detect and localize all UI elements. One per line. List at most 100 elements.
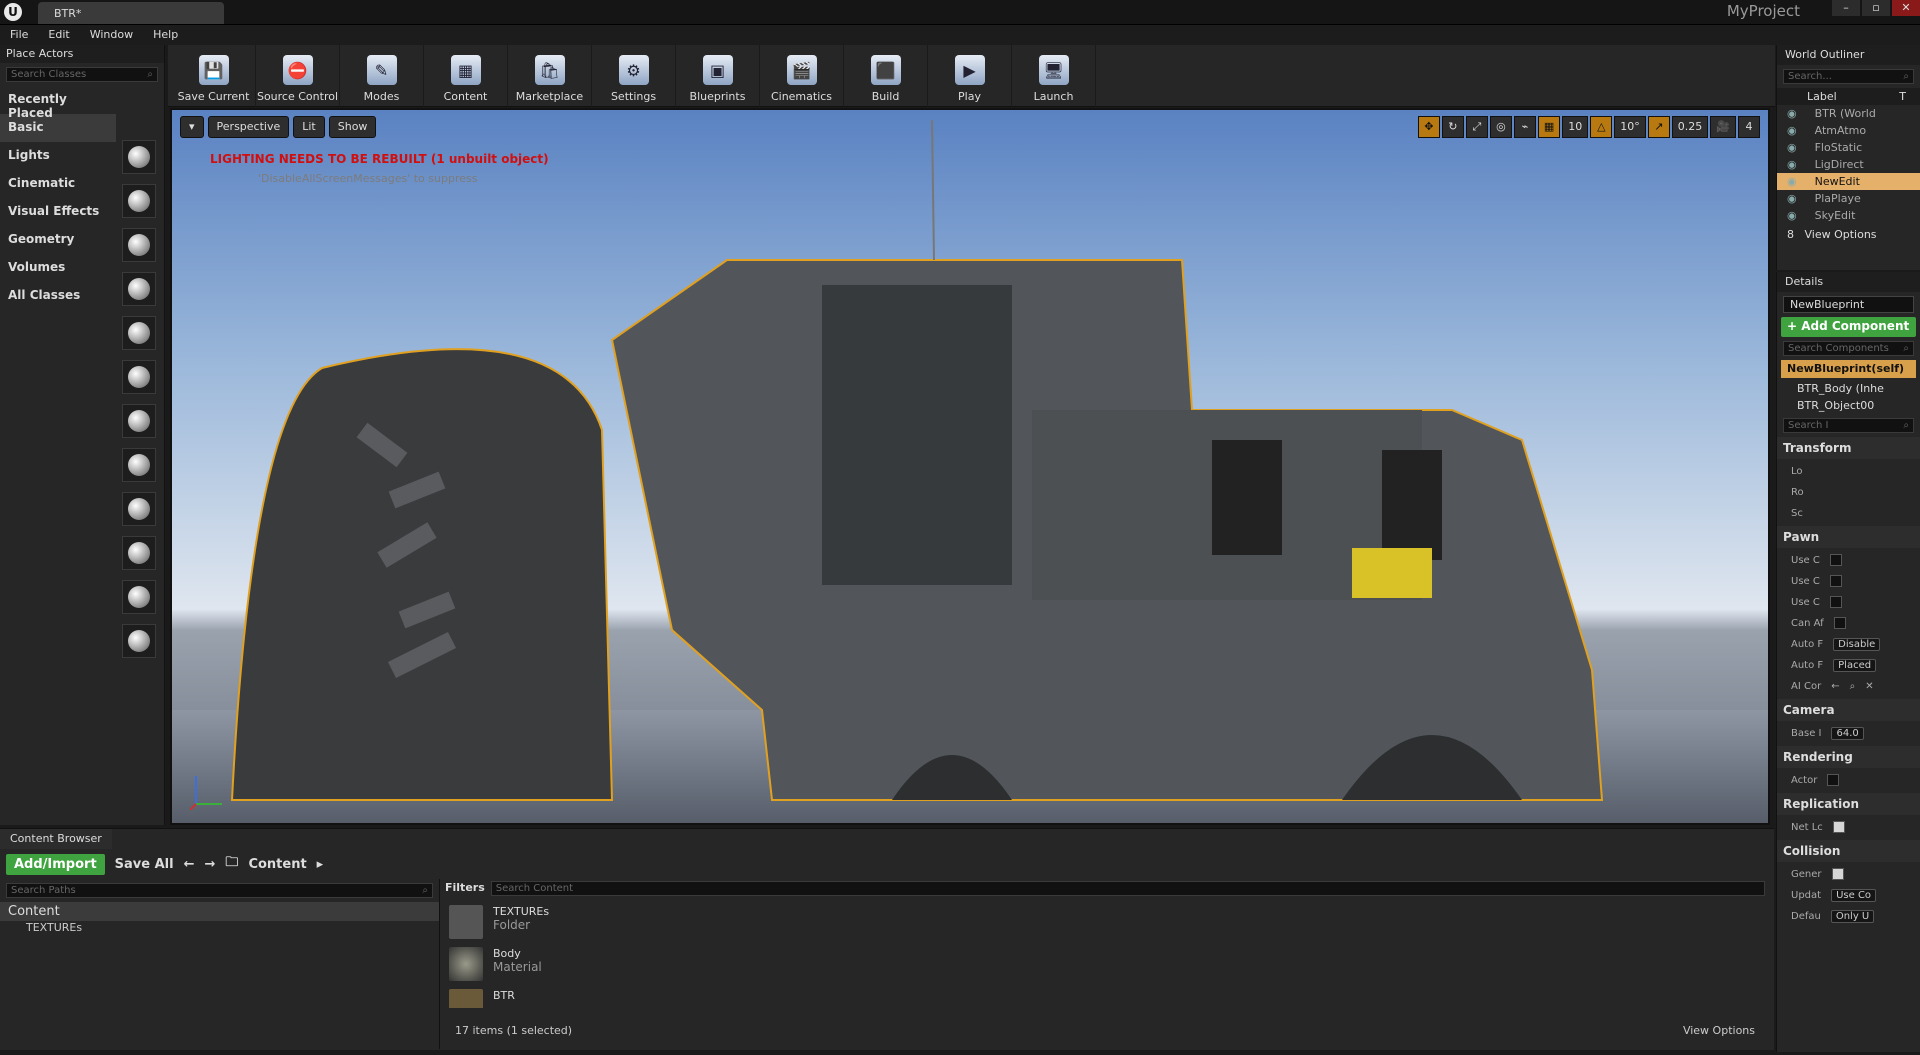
section-pawn[interactable]: Pawn: [1777, 526, 1920, 548]
base-eye-height-field[interactable]: 64.0: [1831, 726, 1864, 740]
search-paths-input[interactable]: Search Paths ⌕: [6, 883, 433, 898]
camera-speed-icon[interactable]: 🎥: [1710, 116, 1736, 138]
path-breadcrumb[interactable]: Content: [248, 857, 306, 872]
rotation-snap-value[interactable]: 10°: [1614, 116, 1646, 138]
column-label[interactable]: Label: [1807, 90, 1837, 103]
lit-button[interactable]: Lit: [293, 116, 325, 138]
search-classes-input[interactable]: Search Classes ⌕: [6, 67, 158, 82]
component-row[interactable]: BTR_Object00: [1777, 397, 1920, 414]
actor-name-field[interactable]: NewBlueprint: [1783, 296, 1914, 313]
surface-snap-icon[interactable]: ⌁: [1513, 116, 1536, 138]
component-row[interactable]: BTR_Body (Inhe: [1777, 380, 1920, 397]
empty-actor-icon[interactable]: [122, 140, 156, 174]
player-start-icon[interactable]: [122, 316, 156, 350]
search-components-input[interactable]: Search Components ⌕: [1783, 341, 1914, 356]
menu-window[interactable]: Window: [80, 25, 143, 45]
section-transform[interactable]: Transform: [1777, 437, 1920, 459]
eye-icon[interactable]: ◉: [1787, 107, 1797, 120]
outliner-row[interactable]: ◉ SkyEdit: [1777, 207, 1920, 224]
category-recently-placed[interactable]: Recently Placed: [0, 86, 116, 120]
translate-icon[interactable]: ✥: [1417, 116, 1440, 138]
sphere-icon[interactable]: [122, 404, 156, 438]
search-details-input[interactable]: Search I ⌕: [1783, 418, 1914, 433]
asset-item[interactable]: TEXTUREs Folder: [445, 902, 1765, 944]
auto-possess-ai-dropdown[interactable]: Placed: [1833, 658, 1877, 672]
minimize-icon[interactable]: –: [1832, 0, 1860, 16]
filters-button[interactable]: Filters: [445, 881, 485, 896]
section-rendering[interactable]: Rendering: [1777, 746, 1920, 768]
level-viewport[interactable]: ▾ Perspective Lit Show ✥ ↻ ⤢ ◎ ⌁ ▦ 10 △ …: [170, 108, 1770, 825]
checkbox[interactable]: [1829, 596, 1842, 608]
menu-edit[interactable]: Edit: [38, 25, 79, 45]
sphere-trigger-icon[interactable]: [122, 624, 156, 658]
scale-snap-icon[interactable]: ↗: [1647, 116, 1670, 138]
grid-snap-value[interactable]: 10: [1562, 116, 1589, 138]
view-options-button[interactable]: View Options: [1805, 228, 1877, 241]
content-browser-tab[interactable]: Content Browser: [0, 829, 112, 849]
level-tab[interactable]: BTR*: [38, 2, 224, 24]
outliner-row-selected[interactable]: ◉ NewEdit: [1777, 173, 1920, 190]
close-icon[interactable]: ✕: [1892, 0, 1920, 16]
save-current-button[interactable]: 💾 Save Current: [172, 45, 256, 107]
add-import-button[interactable]: Add/Import: [6, 853, 105, 875]
forward-arrow-icon[interactable]: →: [205, 857, 216, 872]
checkbox-checked[interactable]: [1831, 868, 1844, 880]
checkbox[interactable]: [1829, 575, 1842, 587]
show-button[interactable]: Show: [328, 116, 377, 138]
reset-arrow-icon[interactable]: ←: [1831, 681, 1839, 692]
eye-icon[interactable]: ◉: [1787, 209, 1797, 222]
default-update-dropdown[interactable]: Only U: [1830, 909, 1875, 923]
launch-button[interactable]: 🖥 Launch: [1012, 45, 1096, 107]
menu-help[interactable]: Help: [143, 25, 188, 45]
location-row[interactable]: Lo: [1777, 459, 1920, 480]
outliner-row[interactable]: ◉ LigDirect: [1777, 156, 1920, 173]
update-overlaps-dropdown[interactable]: Use Co: [1831, 888, 1877, 902]
play-button[interactable]: ▶ Play: [928, 45, 1012, 107]
category-lights[interactable]: Lights: [0, 142, 116, 170]
grid-snap-icon[interactable]: ▦: [1537, 116, 1561, 138]
menu-file[interactable]: File: [0, 25, 38, 45]
character-icon[interactable]: [122, 184, 156, 218]
rotation-snap-icon[interactable]: △: [1590, 116, 1613, 138]
outliner-row[interactable]: ◉ AtmAtmo: [1777, 122, 1920, 139]
view-options-button[interactable]: View Options: [1683, 1024, 1755, 1038]
back-arrow-icon[interactable]: ←: [184, 857, 195, 872]
eye-icon[interactable]: ◉: [1787, 124, 1797, 137]
cube-icon[interactable]: [122, 360, 156, 394]
section-camera[interactable]: Camera: [1777, 699, 1920, 721]
browse-icon[interactable]: ⌕: [1850, 681, 1856, 692]
clear-icon[interactable]: ✕: [1865, 681, 1873, 692]
box-trigger-icon[interactable]: [122, 580, 156, 614]
outliner-row[interactable]: ◉ PlaPlaye: [1777, 190, 1920, 207]
perspective-button[interactable]: Perspective: [207, 116, 290, 138]
category-cinematic[interactable]: Cinematic: [0, 170, 116, 198]
plane-icon[interactable]: [122, 536, 156, 570]
tree-root-content[interactable]: Content: [0, 902, 439, 921]
save-all-button[interactable]: Save All: [115, 857, 174, 872]
eye-icon[interactable]: ◉: [1787, 175, 1797, 188]
checkbox-checked[interactable]: [1832, 821, 1845, 833]
build-button[interactable]: ⬛ Build: [844, 45, 928, 107]
asset-item[interactable]: Body Material: [445, 944, 1765, 986]
scale-icon[interactable]: ⤢: [1465, 116, 1488, 138]
rotation-row[interactable]: Ro: [1777, 480, 1920, 501]
cone-icon[interactable]: [122, 492, 156, 526]
blueprints-button[interactable]: ▣ Blueprints: [676, 45, 760, 107]
scale-snap-value[interactable]: 0.25: [1671, 116, 1709, 138]
world-space-icon[interactable]: ◎: [1489, 116, 1512, 138]
breadcrumb-arrow-icon[interactable]: ▸: [317, 857, 324, 872]
content-button[interactable]: ▦ Content: [424, 45, 508, 107]
component-self[interactable]: NewBlueprint(self): [1781, 360, 1916, 378]
pawn-icon[interactable]: [122, 228, 156, 262]
search-content-input[interactable]: Search Content: [490, 881, 1765, 896]
checkbox[interactable]: [1833, 617, 1846, 629]
auto-possess-dropdown[interactable]: Disable: [1833, 637, 1881, 651]
eye-icon[interactable]: ◉: [1787, 158, 1797, 171]
category-visual-effects[interactable]: Visual Effects: [0, 198, 116, 226]
outliner-row[interactable]: ◉ FloStatic: [1777, 139, 1920, 156]
cylinder-icon[interactable]: [122, 448, 156, 482]
settings-button[interactable]: ⚙ Settings: [592, 45, 676, 107]
category-all-classes[interactable]: All Classes: [0, 282, 116, 310]
checkbox[interactable]: [1827, 774, 1840, 786]
modes-button[interactable]: ✎ Modes: [340, 45, 424, 107]
